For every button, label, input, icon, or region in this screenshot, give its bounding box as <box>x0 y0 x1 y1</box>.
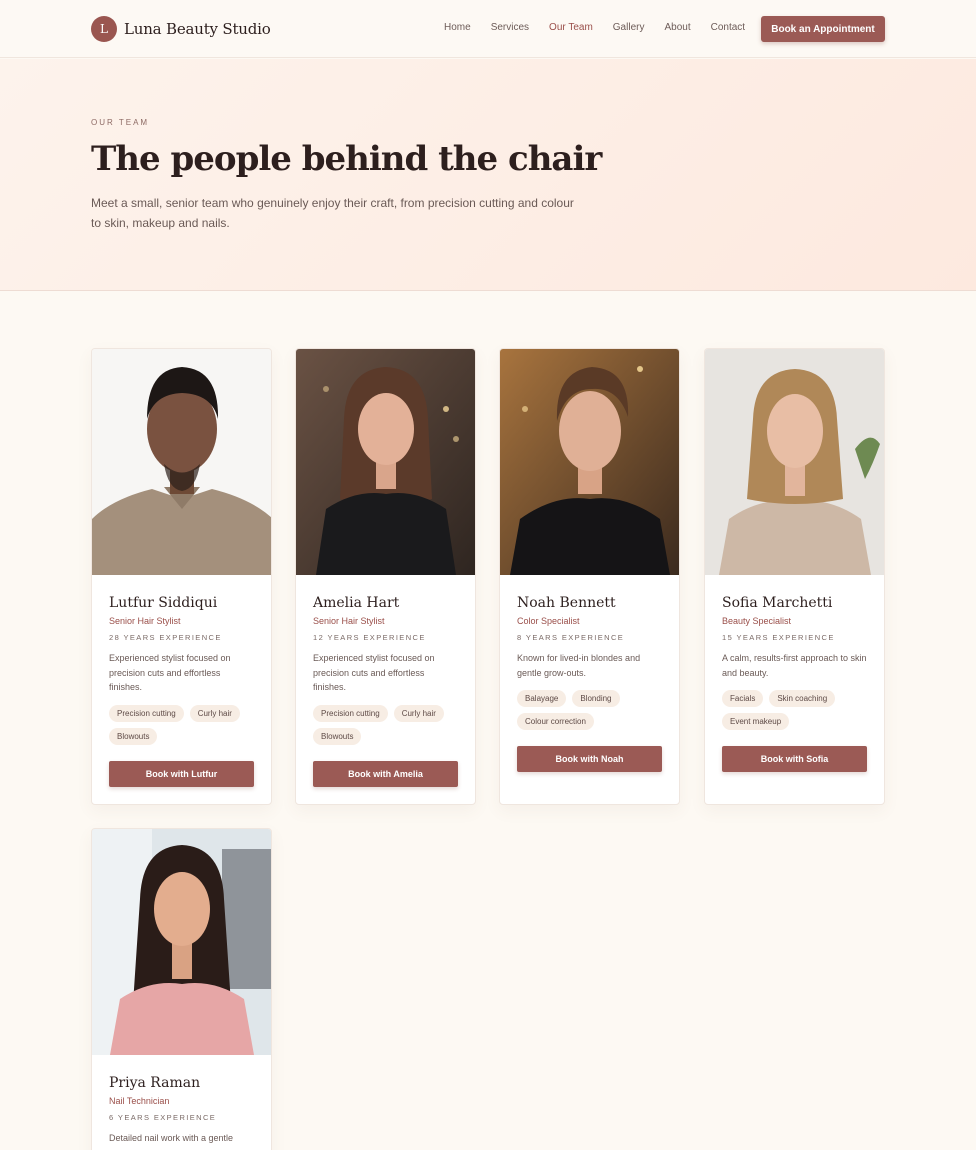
team-member-role: Beauty Specialist <box>722 616 792 626</box>
team-photo-sofia <box>705 349 884 575</box>
hero-eyebrow: OUR TEAM <box>91 118 150 127</box>
team-member-experience: 28 YEARS EXPERIENCE <box>109 633 222 642</box>
specialty-tag: Skin coaching <box>769 690 836 707</box>
team-member-experience: 12 YEARS EXPERIENCE <box>313 633 426 642</box>
hero-section: OUR TEAM The people behind the chair Mee… <box>0 59 976 291</box>
specialty-tag: Precision cutting <box>313 704 388 722</box>
team-card-priya: Priya Raman Nail Technician 6 YEARS EXPE… <box>91 828 272 1150</box>
team-member-role: Nail Technician <box>109 1096 170 1106</box>
book-appointment-button[interactable]: Book an Appointment <box>761 16 885 42</box>
specialty-tag: Facials <box>722 690 764 707</box>
logo-mark: L <box>91 16 117 42</box>
team-card-lutfur: Lutfur Siddiqui Senior Hair Stylist 28 Y… <box>91 348 272 805</box>
nav-gallery[interactable]: Gallery <box>613 22 645 33</box>
team-member-description: Experienced stylist focused on precision… <box>109 653 231 692</box>
book-with-amelia-button[interactable]: Book with Amelia <box>313 760 458 787</box>
team-card-noah: Noah Bennett Color Specialist 8 YEARS EX… <box>499 348 680 805</box>
specialty-tags: Precision cutting Curly hair Blowouts <box>109 704 254 745</box>
specialty-tag: Colour correction <box>517 713 594 730</box>
team-photo-amelia <box>296 349 475 575</box>
specialty-tags: Balayage Blonding Colour correction <box>517 690 662 730</box>
team-card-sofia: Sofia Marchetti Beauty Specialist 15 YEA… <box>704 348 885 805</box>
specialty-tag: Curly hair <box>393 704 444 722</box>
team-member-description: A calm, results-first approach to skin a… <box>722 653 867 678</box>
team-member-description: Detailed nail work with a gentle <box>109 1133 234 1143</box>
team-member-name: Sofia Marchetti <box>722 595 833 611</box>
hero-description: Meet a small, senior team who genuinely … <box>91 196 574 230</box>
team-member-description: Known for lived-in blondes and gentle gr… <box>517 653 641 678</box>
team-member-name: Noah Bennett <box>517 595 616 611</box>
brand-link[interactable]: L Luna Beauty Studio <box>91 16 271 42</box>
brand-name: Luna Beauty Studio <box>124 20 271 38</box>
team-member-name: Amelia Hart <box>313 595 400 611</box>
page-title: The people behind the chair <box>91 139 602 179</box>
specialty-tags: Precision cutting Curly hair Blowouts <box>313 704 458 745</box>
specialty-tags: Facials Skin coaching Event makeup <box>722 690 867 730</box>
nav-our-team[interactable]: Our Team <box>549 22 593 33</box>
team-photo-lutfur <box>92 349 271 575</box>
team-member-role: Senior Hair Stylist <box>109 616 181 626</box>
specialty-tag: Blowouts <box>109 727 158 745</box>
specialty-tag: Balayage <box>517 690 567 707</box>
team-member-experience: 15 YEARS EXPERIENCE <box>722 633 835 642</box>
nav-services[interactable]: Services <box>491 22 529 33</box>
site-header: L Luna Beauty Studio Home Services Our T… <box>0 0 976 58</box>
nav-home[interactable]: Home <box>444 22 471 33</box>
book-with-sofia-button[interactable]: Book with Sofia <box>722 746 867 772</box>
team-member-role: Senior Hair Stylist <box>313 616 385 626</box>
specialty-tag: Blowouts <box>313 727 362 745</box>
specialty-tag: Precision cutting <box>109 704 184 722</box>
book-with-lutfur-button[interactable]: Book with Lutfur <box>109 760 254 787</box>
specialty-tag: Event makeup <box>722 713 790 730</box>
main-nav: Home Services Our Team Gallery About Con… <box>444 22 765 33</box>
specialty-tag: Curly hair <box>189 704 240 722</box>
book-with-noah-button[interactable]: Book with Noah <box>517 746 662 772</box>
team-member-experience: 6 YEARS EXPERIENCE <box>109 1113 217 1122</box>
specialty-tag: Blonding <box>572 690 620 707</box>
team-member-role: Color Specialist <box>517 616 580 626</box>
team-member-name: Lutfur Siddiqui <box>109 595 218 611</box>
nav-contact[interactable]: Contact <box>711 22 745 33</box>
team-member-description: Experienced stylist focused on precision… <box>313 653 435 692</box>
team-member-name: Priya Raman <box>109 1075 201 1091</box>
team-card-amelia: Amelia Hart Senior Hair Stylist 12 YEARS… <box>295 348 476 805</box>
team-photo-noah <box>500 349 679 575</box>
nav-about[interactable]: About <box>664 22 690 33</box>
team-photo-priya <box>92 829 271 1055</box>
team-member-experience: 8 YEARS EXPERIENCE <box>517 633 625 642</box>
